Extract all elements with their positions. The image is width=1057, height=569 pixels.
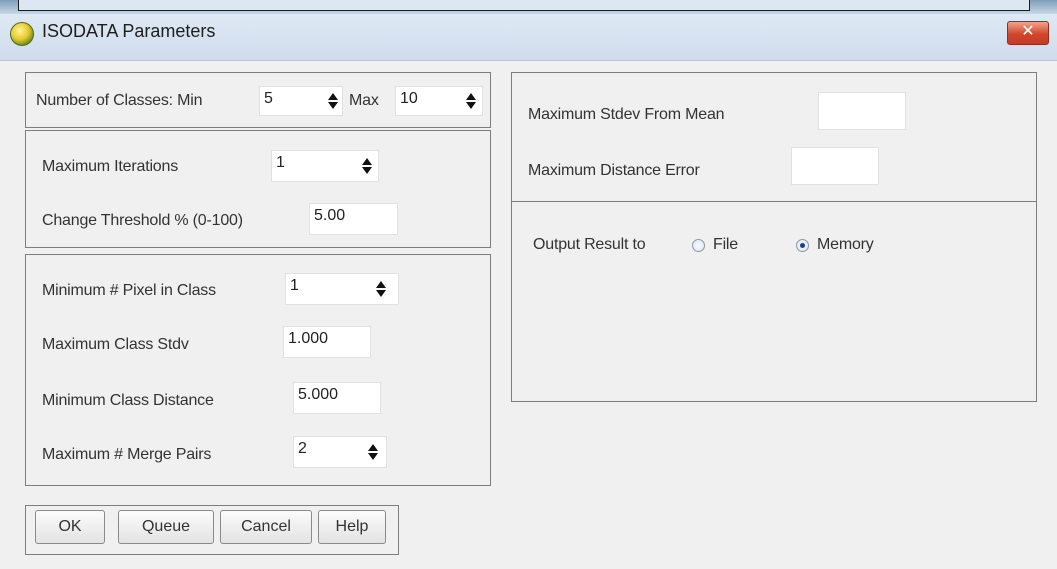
max-classes-spin-icon[interactable] — [465, 92, 477, 110]
change-threshold-value: 5.00 — [314, 207, 346, 224]
cancel-button[interactable]: Cancel — [220, 510, 312, 544]
min-classes-value: 5 — [264, 90, 273, 107]
min-distance-label: Minimum Class Distance — [42, 392, 214, 409]
max-stdv-input[interactable]: 1.000 — [283, 326, 371, 358]
max-stdev-label: Maximum Stdev From Mean — [528, 106, 725, 123]
memory-radio[interactable] — [796, 239, 809, 252]
max-dist-error-label: Maximum Distance Error — [528, 162, 700, 179]
max-dist-error-input[interactable] — [791, 147, 879, 185]
max-stdv-label: Maximum Class Stdv — [42, 336, 189, 353]
max-classes-value: 10 — [400, 90, 418, 107]
background-window-edge — [18, 0, 1030, 11]
memory-option-label[interactable]: Memory — [817, 236, 874, 254]
min-pixel-spin-icon[interactable] — [375, 280, 387, 298]
queue-button[interactable]: Queue — [118, 510, 214, 544]
max-stdev-input[interactable] — [818, 92, 906, 130]
max-classes-label: Max — [349, 92, 379, 109]
window-title: ISODATA Parameters — [42, 21, 216, 41]
max-stdv-value: 1.000 — [288, 330, 329, 347]
iterations-panel — [25, 130, 491, 248]
file-option-label[interactable]: File — [713, 236, 738, 254]
output-result-label: Output Result to — [533, 236, 646, 253]
stdev-panel — [511, 72, 1037, 202]
close-button[interactable]: ✕ — [1007, 21, 1049, 45]
min-distance-value: 5.000 — [298, 386, 339, 403]
merge-pairs-label: Maximum # Merge Pairs — [42, 446, 212, 463]
change-threshold-label: Change Threshold % (0-100) — [42, 212, 243, 229]
min-pixel-label: Minimum # Pixel in Class — [42, 282, 216, 299]
app-globe-icon — [10, 22, 34, 46]
ok-button[interactable]: OK — [35, 510, 105, 544]
min-classes-spin-icon[interactable] — [327, 92, 339, 110]
merge-pairs-value: 2 — [298, 440, 307, 457]
min-pixel-value: 1 — [290, 277, 299, 294]
change-threshold-input[interactable]: 5.00 — [309, 203, 398, 235]
min-distance-input[interactable]: 5.000 — [293, 382, 381, 414]
max-iterations-label: Maximum Iterations — [42, 158, 178, 175]
help-button[interactable]: Help — [318, 510, 386, 544]
file-radio[interactable] — [692, 239, 705, 252]
min-classes-label: Number of Classes: Min — [36, 92, 203, 109]
merge-pairs-spin-icon[interactable] — [367, 443, 379, 461]
max-iterations-spin-icon[interactable] — [361, 157, 373, 175]
output-panel — [511, 201, 1037, 402]
max-iterations-value: 1 — [276, 154, 285, 171]
